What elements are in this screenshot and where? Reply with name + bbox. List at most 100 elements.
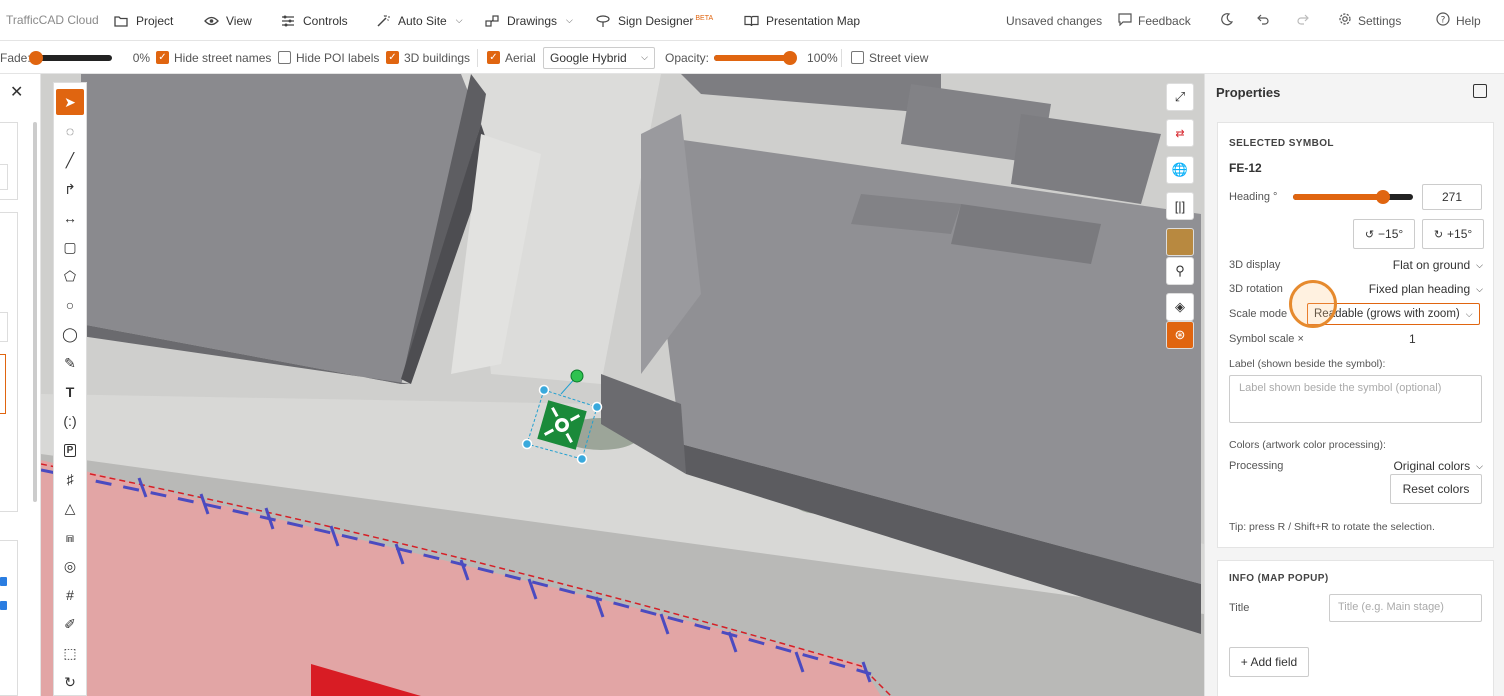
text-tool[interactable]: T bbox=[56, 379, 84, 405]
opacity-slider-knob[interactable] bbox=[783, 50, 798, 65]
moon-icon bbox=[1220, 12, 1234, 29]
collapse-panel-icon[interactable] bbox=[1473, 84, 1487, 98]
left-panel-field[interactable] bbox=[0, 164, 8, 190]
checkbox-unchecked-icon[interactable] bbox=[851, 51, 864, 64]
menu-view[interactable]: View bbox=[203, 0, 252, 41]
pentagon-icon: ⬠ bbox=[63, 267, 77, 284]
menu-presentation-map[interactable]: Presentation Map bbox=[743, 0, 860, 41]
fade-slider-knob[interactable] bbox=[28, 50, 43, 65]
checkbox-checked-icon[interactable]: ✓ bbox=[487, 51, 500, 64]
symbol-scale-label: Symbol scale × bbox=[1229, 333, 1304, 345]
circle-tool[interactable]: ○ bbox=[56, 292, 84, 318]
close-icon[interactable]: ✕ bbox=[10, 82, 23, 102]
lane-icon: ⩎ bbox=[66, 528, 74, 545]
rotate-cw-icon: ↻ bbox=[1433, 228, 1444, 241]
section-title: SELECTED SYMBOL bbox=[1229, 138, 1334, 149]
dark-mode-toggle[interactable] bbox=[1220, 0, 1234, 41]
left-panel-active-field[interactable] bbox=[0, 354, 6, 414]
undo-button[interactable] bbox=[1256, 0, 1269, 41]
rotate-tip: Tip: press R / Shift+R to rotate the sel… bbox=[1229, 521, 1435, 533]
checkbox-checked-icon[interactable]: ✓ bbox=[156, 51, 169, 64]
processing-select[interactable]: Original colors ⌵ bbox=[1393, 459, 1483, 473]
parking-tool[interactable]: P bbox=[56, 437, 84, 463]
help-button[interactable]: ? Help bbox=[1436, 0, 1481, 41]
left-panel-scrollbar[interactable] bbox=[33, 122, 37, 502]
menu-auto-site[interactable]: Auto Site ⌵ bbox=[375, 0, 463, 41]
heading-slider[interactable] bbox=[1293, 190, 1413, 204]
menu-controls[interactable]: Controls bbox=[280, 0, 348, 41]
book-icon bbox=[743, 13, 759, 29]
heading-input[interactable]: 271 bbox=[1422, 184, 1482, 210]
pedestrian-button[interactable]: ⚲ bbox=[1167, 258, 1193, 284]
feedback-label: Feedback bbox=[1138, 13, 1191, 28]
menu-project[interactable]: Project bbox=[113, 0, 173, 41]
location-button[interactable]: ⊛ bbox=[1167, 322, 1193, 348]
direction-arrows-icon: ⇄ bbox=[1175, 127, 1185, 140]
aerial-thumbnail-button[interactable] bbox=[1167, 229, 1193, 255]
line-tool[interactable]: ╱ bbox=[56, 147, 84, 173]
polygon-tool[interactable]: ⬠ bbox=[56, 263, 84, 289]
marker-tool[interactable]: ✐ bbox=[56, 611, 84, 637]
rotate-plus-button[interactable]: ↻ +15° bbox=[1422, 219, 1484, 249]
popup-title-input[interactable]: Title (e.g. Main stage) bbox=[1329, 594, 1482, 622]
buildings-3d-checkbox[interactable]: ✓ 3D buildings bbox=[386, 41, 470, 74]
feedback-button[interactable]: Feedback bbox=[1118, 0, 1191, 41]
symbol-scale-value[interactable]: 1 bbox=[1409, 332, 1416, 346]
rotate-plus-label: +15° bbox=[1447, 227, 1473, 241]
redo-button[interactable] bbox=[1297, 0, 1310, 41]
hide-street-names-checkbox[interactable]: ✓ Hide street names bbox=[156, 41, 271, 74]
lane-tool[interactable]: ⩎ bbox=[56, 524, 84, 550]
aerial-checkbox[interactable]: ✓ Aerial bbox=[487, 41, 536, 74]
left-panel-field[interactable] bbox=[0, 312, 8, 342]
rectangle-tool[interactable]: ▢ bbox=[56, 234, 84, 260]
menu-auto-site-label: Auto Site bbox=[398, 13, 447, 28]
fullscreen-button[interactable]: ⤢ bbox=[1167, 84, 1193, 110]
checkbox-checked-icon[interactable] bbox=[0, 601, 7, 610]
dimension-tool[interactable]: ↔ bbox=[56, 205, 84, 231]
aerial-label: Aerial bbox=[505, 50, 536, 65]
rotate-minus-label: −15° bbox=[1378, 227, 1404, 241]
checkbox-checked-icon[interactable] bbox=[0, 577, 7, 586]
select-tool[interactable]: ➤ bbox=[56, 89, 84, 115]
reset-colors-button[interactable]: Reset colors bbox=[1390, 474, 1482, 504]
layers-button[interactable]: ◈ bbox=[1167, 294, 1193, 320]
triangle-tool[interactable]: △ bbox=[56, 495, 84, 521]
chevron-down-icon: ⌵ bbox=[455, 15, 463, 25]
map-canvas[interactable] bbox=[41, 74, 1204, 696]
basemap-select-box[interactable]: Google Hybrid ⌵ bbox=[543, 46, 655, 69]
hashtag-tool[interactable]: # bbox=[56, 582, 84, 608]
split-view-button[interactable]: [|] bbox=[1167, 193, 1193, 219]
ellipse-tool[interactable]: ◯ bbox=[56, 321, 84, 347]
checkbox-checked-icon[interactable]: ✓ bbox=[386, 51, 399, 64]
hide-poi-labels-checkbox[interactable]: Hide POI labels bbox=[278, 41, 379, 74]
direction-button[interactable]: ⇄ bbox=[1167, 120, 1193, 146]
display-3d-select[interactable]: Flat on ground ⌵ bbox=[1393, 258, 1483, 272]
settings-button[interactable]: Settings bbox=[1338, 0, 1401, 41]
street-view-checkbox[interactable]: Street view bbox=[851, 41, 928, 74]
symbol-label-textarea[interactable]: Label shown beside the symbol (optional) bbox=[1229, 375, 1482, 423]
fade-slider[interactable] bbox=[28, 50, 112, 65]
target-tool[interactable]: ◎ bbox=[56, 553, 84, 579]
add-field-button[interactable]: + Add field bbox=[1229, 647, 1309, 677]
rotation-3d-select[interactable]: Fixed plan heading ⌵ bbox=[1369, 282, 1483, 296]
top-menu-bar: TrafficCAD Cloud Project View Controls A… bbox=[0, 0, 1504, 41]
text-icon: T bbox=[65, 384, 75, 400]
colors-caption: Colors (artwork color processing): bbox=[1229, 439, 1386, 451]
opacity-value: 100% bbox=[807, 50, 838, 65]
checkbox-unchecked-icon[interactable] bbox=[278, 51, 291, 64]
curve-tool[interactable]: ↱ bbox=[56, 176, 84, 202]
rotate-minus-button[interactable]: ↺ −15° bbox=[1353, 219, 1415, 249]
lasso-tool[interactable]: ◌ bbox=[56, 118, 84, 144]
menu-sign-designer[interactable]: Sign Designer BETA bbox=[595, 0, 713, 41]
opacity-slider[interactable] bbox=[714, 50, 798, 65]
rotate-tool[interactable]: ↻ bbox=[56, 669, 84, 695]
heading-slider-knob[interactable] bbox=[1376, 190, 1390, 204]
menu-drawings[interactable]: Drawings ⌵ bbox=[484, 0, 573, 41]
pencil-tool[interactable]: ✎ bbox=[56, 350, 84, 376]
brackets-tool[interactable]: (:) bbox=[56, 408, 84, 434]
globe-button[interactable]: 🌐 bbox=[1167, 157, 1193, 183]
area-select-tool[interactable]: ⬚ bbox=[56, 640, 84, 666]
basemap-select[interactable]: Google Hybrid ⌵ bbox=[543, 41, 655, 74]
grid-tool[interactable]: ♯ bbox=[56, 466, 84, 492]
parking-icon: P bbox=[63, 443, 77, 457]
